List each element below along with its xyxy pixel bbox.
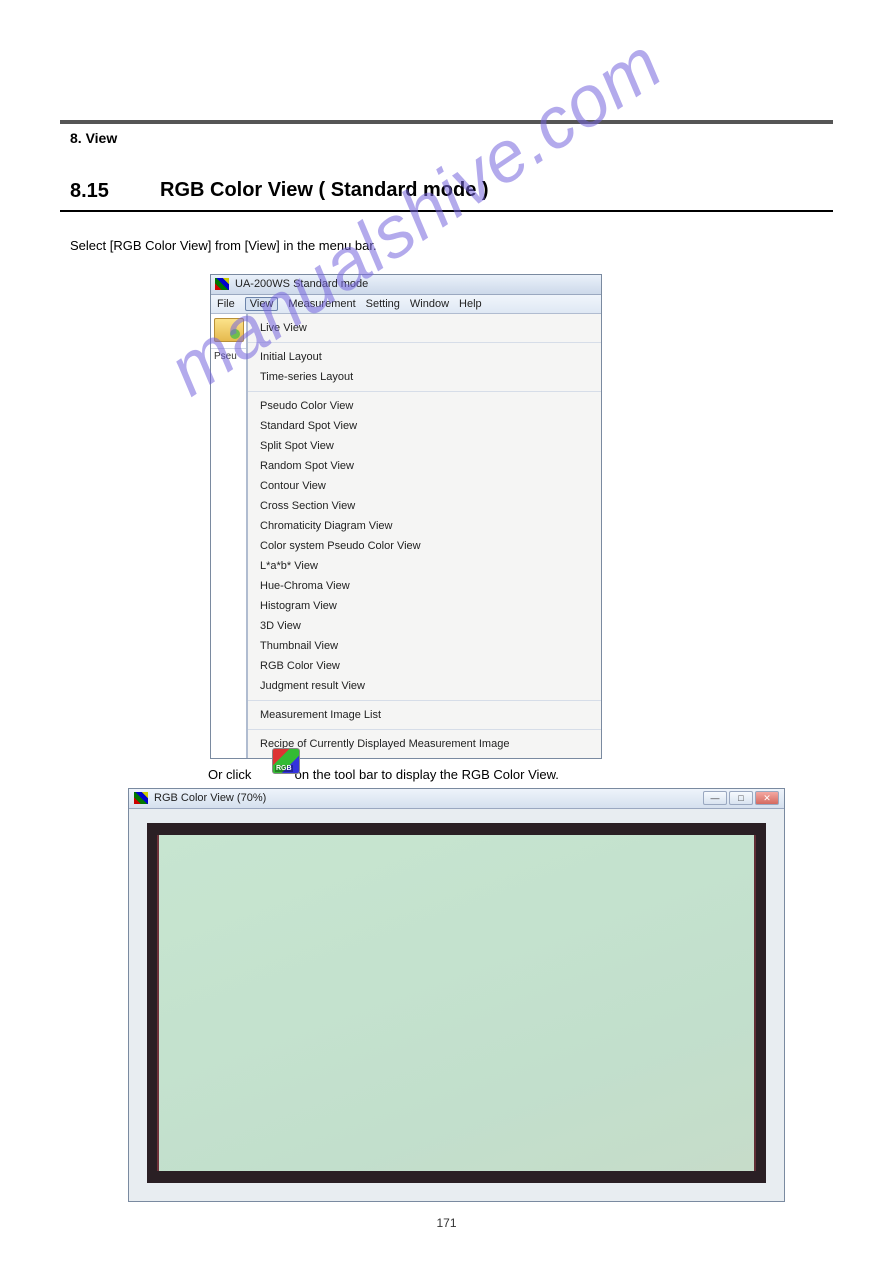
- dd-thumbnail-view[interactable]: Thumbnail View: [248, 636, 601, 656]
- dd-split-spot-view[interactable]: Split Spot View: [248, 436, 601, 456]
- rgb-window-titlebar: RGB Color View (70%) — □ ✕: [129, 789, 784, 809]
- menu-view[interactable]: View: [245, 297, 279, 311]
- maximize-button[interactable]: □: [729, 791, 753, 805]
- dd-color-system-pseudo-view[interactable]: Color system Pseudo Color View: [248, 536, 601, 556]
- rgb-toolbar-icon[interactable]: [272, 748, 300, 774]
- minimize-button[interactable]: —: [703, 791, 727, 805]
- page-header: 8. View: [60, 130, 833, 146]
- app-title: UA-200WS Standard mode: [235, 278, 368, 290]
- dd-histogram-view[interactable]: Histogram View: [248, 596, 601, 616]
- section-rule: [60, 210, 833, 212]
- menu-window[interactable]: Window: [410, 298, 449, 310]
- rgb-canvas: [147, 823, 766, 1183]
- rgb-window-body: [129, 809, 784, 1201]
- rgb-window-icon: [134, 792, 148, 804]
- dd-cross-section-view[interactable]: Cross Section View: [248, 496, 601, 516]
- app-titlebar: UA-200WS Standard mode: [211, 275, 601, 295]
- section-title: RGB Color View ( Standard mode ): [60, 179, 833, 202]
- open-folder-icon[interactable]: [214, 318, 244, 342]
- app-window: UA-200WS Standard mode File View Measure…: [210, 274, 602, 759]
- header-rule-thick: [60, 120, 833, 124]
- page-number: 171: [60, 1216, 833, 1230]
- dd-judgment-result-view[interactable]: Judgment result View: [248, 676, 601, 696]
- body-paragraph: Select [RGB Color View] from [View] in t…: [60, 236, 833, 256]
- dd-live-view[interactable]: Live View: [248, 318, 601, 338]
- rgb-window-title: RGB Color View (70%): [154, 792, 703, 804]
- close-button[interactable]: ✕: [755, 791, 779, 805]
- dd-time-series-layout[interactable]: Time-series Layout: [248, 367, 601, 387]
- dd-contour-view[interactable]: Contour View: [248, 476, 601, 496]
- dd-hue-chroma-view[interactable]: Hue-Chroma View: [248, 576, 601, 596]
- dd-3d-view[interactable]: 3D View: [248, 616, 601, 636]
- dd-lab-view[interactable]: L*a*b* View: [248, 556, 601, 576]
- sidebar: Pseu: [211, 314, 247, 758]
- app-icon: [215, 278, 229, 290]
- menubar: File View Measurement Setting Window Hel…: [211, 295, 601, 314]
- menu-help[interactable]: Help: [459, 298, 482, 310]
- sidebar-tab[interactable]: Pseu: [211, 348, 246, 364]
- view-dropdown: Live View Initial Layout Time-series Lay…: [247, 314, 601, 758]
- dd-measurement-image-list[interactable]: Measurement Image List: [248, 705, 601, 725]
- rgb-color-view-window: RGB Color View (70%) — □ ✕: [128, 788, 785, 1202]
- menu-setting[interactable]: Setting: [366, 298, 400, 310]
- menu-file[interactable]: File: [217, 298, 235, 310]
- menu-measurement[interactable]: Measurement: [288, 298, 355, 310]
- dd-pseudo-color-view[interactable]: Pseudo Color View: [248, 396, 601, 416]
- dd-initial-layout[interactable]: Initial Layout: [248, 347, 601, 367]
- dd-random-spot-view[interactable]: Random Spot View: [248, 456, 601, 476]
- dd-chromaticity-diagram-view[interactable]: Chromaticity Diagram View: [248, 516, 601, 536]
- dd-rgb-color-view[interactable]: RGB Color View: [248, 656, 601, 676]
- dd-standard-spot-view[interactable]: Standard Spot View: [248, 416, 601, 436]
